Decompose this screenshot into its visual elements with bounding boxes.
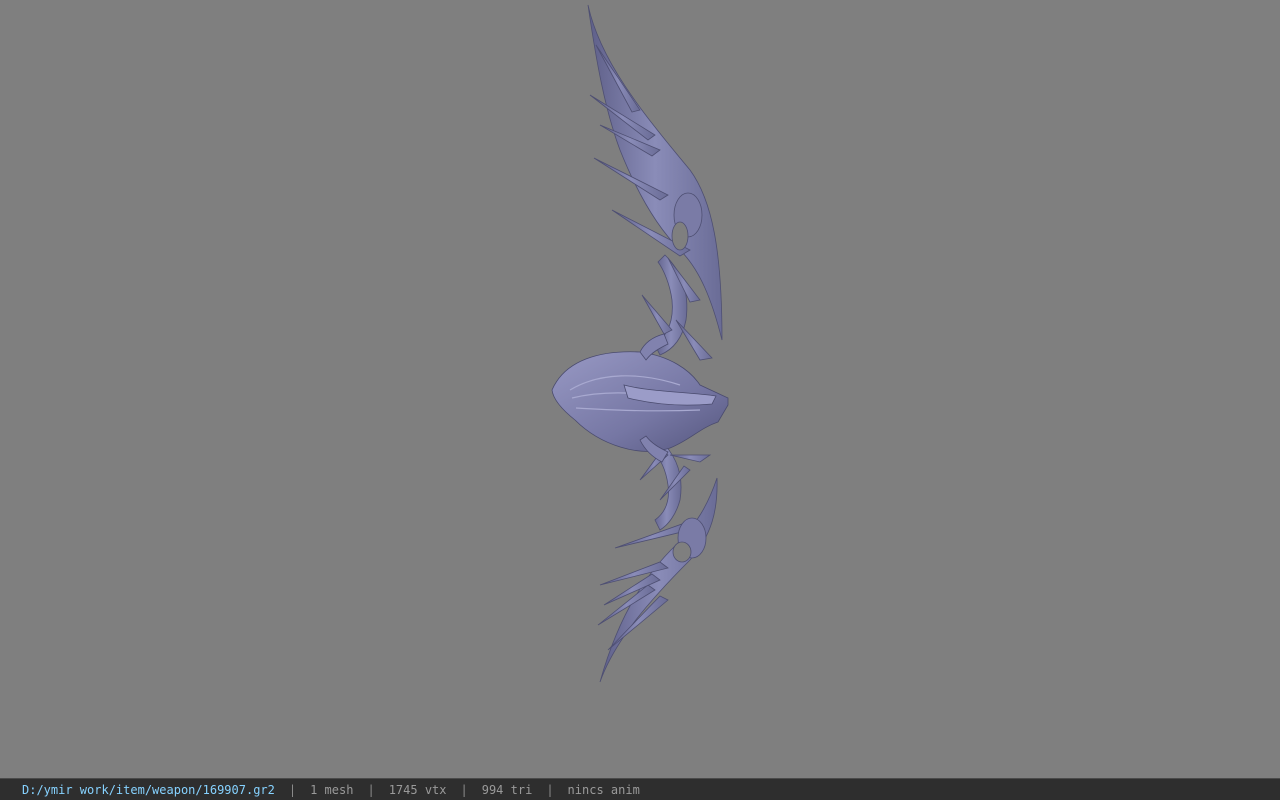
status-separator: |: [367, 782, 375, 797]
status-bar: D:/ymir work/item/weapon/169907.gr2 | 1 …: [0, 778, 1280, 800]
triangle-count-label: 994 tri: [481, 782, 533, 797]
anim-status-label: nincs anim: [567, 782, 640, 797]
status-separator: |: [288, 782, 297, 797]
vertex-count-label: 1745 vtx: [388, 782, 447, 797]
file-path-label: D:/ymir work/item/weapon/169907.gr2: [22, 782, 275, 797]
status-separator: |: [460, 782, 468, 797]
bow-upper-limb: [587, 4, 723, 361]
bow-lower-limb: [597, 439, 718, 683]
bow-model-render: [551, 4, 729, 683]
status-separator: |: [546, 782, 554, 797]
mesh-count-label: 1 mesh: [310, 782, 354, 797]
model-viewport[interactable]: [0, 0, 1280, 778]
